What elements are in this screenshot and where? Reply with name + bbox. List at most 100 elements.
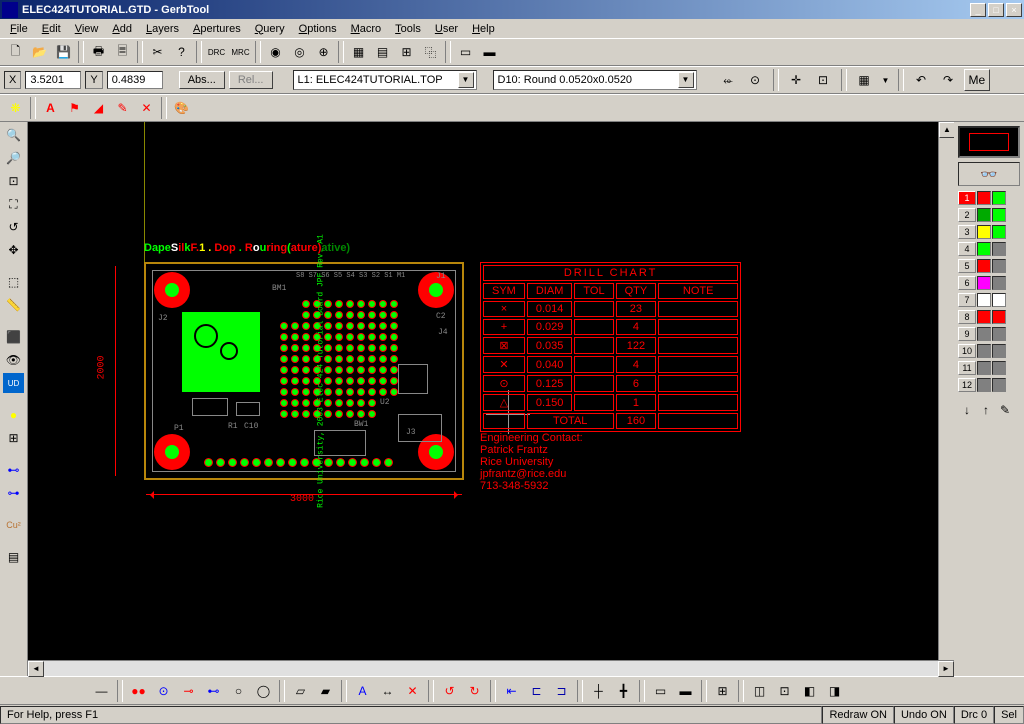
tool-via-icon[interactable]: ⊙ [152, 680, 175, 702]
layer-number[interactable]: 4 [958, 242, 976, 256]
layer-number[interactable]: 6 [958, 276, 976, 290]
layer-row-8[interactable]: 8 [958, 309, 1020, 325]
print-icon[interactable]: 🖶 [87, 41, 110, 63]
layer-up-icon[interactable]: ↑ [977, 401, 995, 419]
minimize-button[interactable]: _ [970, 3, 986, 17]
pan-icon[interactable]: ✥ [2, 239, 25, 261]
menu-options[interactable]: Options [293, 21, 343, 37]
scroll-left-icon[interactable]: ◄ [28, 661, 44, 677]
layer-color-1[interactable] [977, 208, 991, 222]
layer-color-1[interactable] [977, 327, 991, 341]
tool-v3-icon[interactable]: ◧ [798, 680, 821, 702]
me-button[interactable]: Me [964, 69, 991, 91]
layer-color-1[interactable] [977, 191, 991, 205]
menu-layers[interactable]: Layers [140, 21, 185, 37]
net2-icon[interactable]: ⊶ [2, 482, 25, 504]
layer-row-5[interactable]: 5 [958, 258, 1020, 274]
pen-icon[interactable]: ✎ [111, 97, 134, 119]
horizontal-scrollbar[interactable]: ◄ ► [28, 660, 954, 676]
layers-panel-icon[interactable]: ▤ [2, 546, 25, 568]
overlay3-icon[interactable]: ⊕ [312, 41, 335, 63]
zoom-out-icon[interactable]: 🔎 [2, 147, 25, 169]
layer-number[interactable]: 11 [958, 361, 976, 375]
layer-number[interactable]: 9 [958, 327, 976, 341]
layer-color-2[interactable] [992, 293, 1006, 307]
tool-layer2-icon[interactable]: ▬ [674, 680, 697, 702]
menu-file[interactable]: File [4, 21, 34, 37]
menu-help[interactable]: Help [466, 21, 501, 37]
menu-tools[interactable]: Tools [389, 21, 427, 37]
tool-del-icon[interactable]: ✕ [401, 680, 424, 702]
layer-pen-icon[interactable]: ✎ [996, 401, 1014, 419]
new-file-icon[interactable]: 🗋 [4, 41, 27, 63]
zoom-window-icon[interactable]: ⊡ [2, 170, 25, 192]
scroll-up-icon[interactable]: ▲ [939, 122, 955, 138]
layer-row-3[interactable]: 3 [958, 224, 1020, 240]
layer-number[interactable]: 5 [958, 259, 976, 273]
layer-row-9[interactable]: 9 [958, 326, 1020, 342]
menu-view[interactable]: View [69, 21, 105, 37]
tool-v4-icon[interactable]: ◨ [823, 680, 846, 702]
view-tool-icon[interactable]: 👁 [2, 349, 25, 371]
overlay-icon[interactable]: ◉ [264, 41, 287, 63]
save-file-icon[interactable]: 💾 [52, 41, 75, 63]
chevron-down-icon[interactable]: ▼ [678, 72, 694, 88]
tool-dim-icon[interactable]: ↔ [376, 680, 399, 702]
layer-row-1[interactable]: 1 [958, 190, 1020, 206]
menu-add[interactable]: Add [106, 21, 138, 37]
tile-icon[interactable]: ▤ [371, 41, 394, 63]
chevron-down-icon[interactable]: ▼ [458, 72, 474, 88]
layer-number[interactable]: 10 [958, 344, 976, 358]
layer-color-2[interactable] [992, 242, 1006, 256]
tool-line-icon[interactable]: — [90, 680, 113, 702]
tool-v2-icon[interactable]: ⊡ [773, 680, 796, 702]
tool-pad-icon[interactable]: ●● [127, 680, 150, 702]
layer-color-1[interactable] [977, 276, 991, 290]
layer-row-2[interactable]: 2 [958, 207, 1020, 223]
tool-rot-cw-icon[interactable]: ↻ [463, 680, 486, 702]
tool-v1-icon[interactable]: ◫ [748, 680, 771, 702]
snap2-icon[interactable]: ⊙ [744, 69, 767, 91]
render1-icon[interactable]: ● [2, 404, 25, 426]
layer-color-2[interactable] [992, 378, 1006, 392]
close-button[interactable]: × [1006, 3, 1022, 17]
tool-trace-icon[interactable]: ⊸ [177, 680, 200, 702]
rel-button[interactable]: Rel... [229, 71, 273, 89]
cut-icon[interactable]: ✂ [146, 41, 169, 63]
colors-icon[interactable]: ▬ [478, 41, 501, 63]
layer-color-1[interactable] [977, 361, 991, 375]
tool-layer1-icon[interactable]: ▭ [649, 680, 672, 702]
layer-number[interactable]: 8 [958, 310, 976, 324]
zoom-prev-icon[interactable]: ↺ [2, 216, 25, 238]
cascade-icon[interactable]: ⿻ [419, 41, 442, 63]
visibility-toggle-icon[interactable]: 👓 [958, 162, 1020, 186]
layer-number[interactable]: 7 [958, 293, 976, 307]
tool-trace2-icon[interactable]: ⊷ [202, 680, 225, 702]
menu-edit[interactable]: Edit [36, 21, 67, 37]
overlay2-icon[interactable]: ◎ [288, 41, 311, 63]
scroll-right-icon[interactable]: ► [938, 661, 954, 677]
window-icon[interactable]: ⊞ [395, 41, 418, 63]
layer-color-2[interactable] [992, 225, 1006, 239]
tool-align-l-icon[interactable]: ⇤ [500, 680, 523, 702]
layer-row-4[interactable]: 4 [958, 241, 1020, 257]
layer-color-1[interactable] [977, 259, 991, 273]
crosshair-icon[interactable]: ✛ [785, 69, 808, 91]
layer-color-2[interactable] [992, 344, 1006, 358]
tool-grid2-icon[interactable]: ╋ [612, 680, 635, 702]
snap-icon[interactable]: ⬰ [717, 69, 740, 91]
layer-color-1[interactable] [977, 378, 991, 392]
print-preview-icon[interactable]: 🗏 [111, 41, 134, 63]
marker-icon[interactable]: ◢ [87, 97, 110, 119]
vertical-scrollbar[interactable]: ▲ [938, 122, 954, 660]
tool-win-icon[interactable]: ⊞ [711, 680, 734, 702]
layer-row-6[interactable]: 6 [958, 275, 1020, 291]
layer-number[interactable]: 2 [958, 208, 976, 222]
help-icon[interactable]: ? [170, 41, 193, 63]
layer-color-1[interactable] [977, 293, 991, 307]
layer-row-7[interactable]: 7 [958, 292, 1020, 308]
maximize-button[interactable]: □ [988, 3, 1004, 17]
layer-color-1[interactable] [977, 344, 991, 358]
select-icon[interactable]: ⬚ [2, 271, 25, 293]
layer-number[interactable]: 12 [958, 378, 976, 392]
